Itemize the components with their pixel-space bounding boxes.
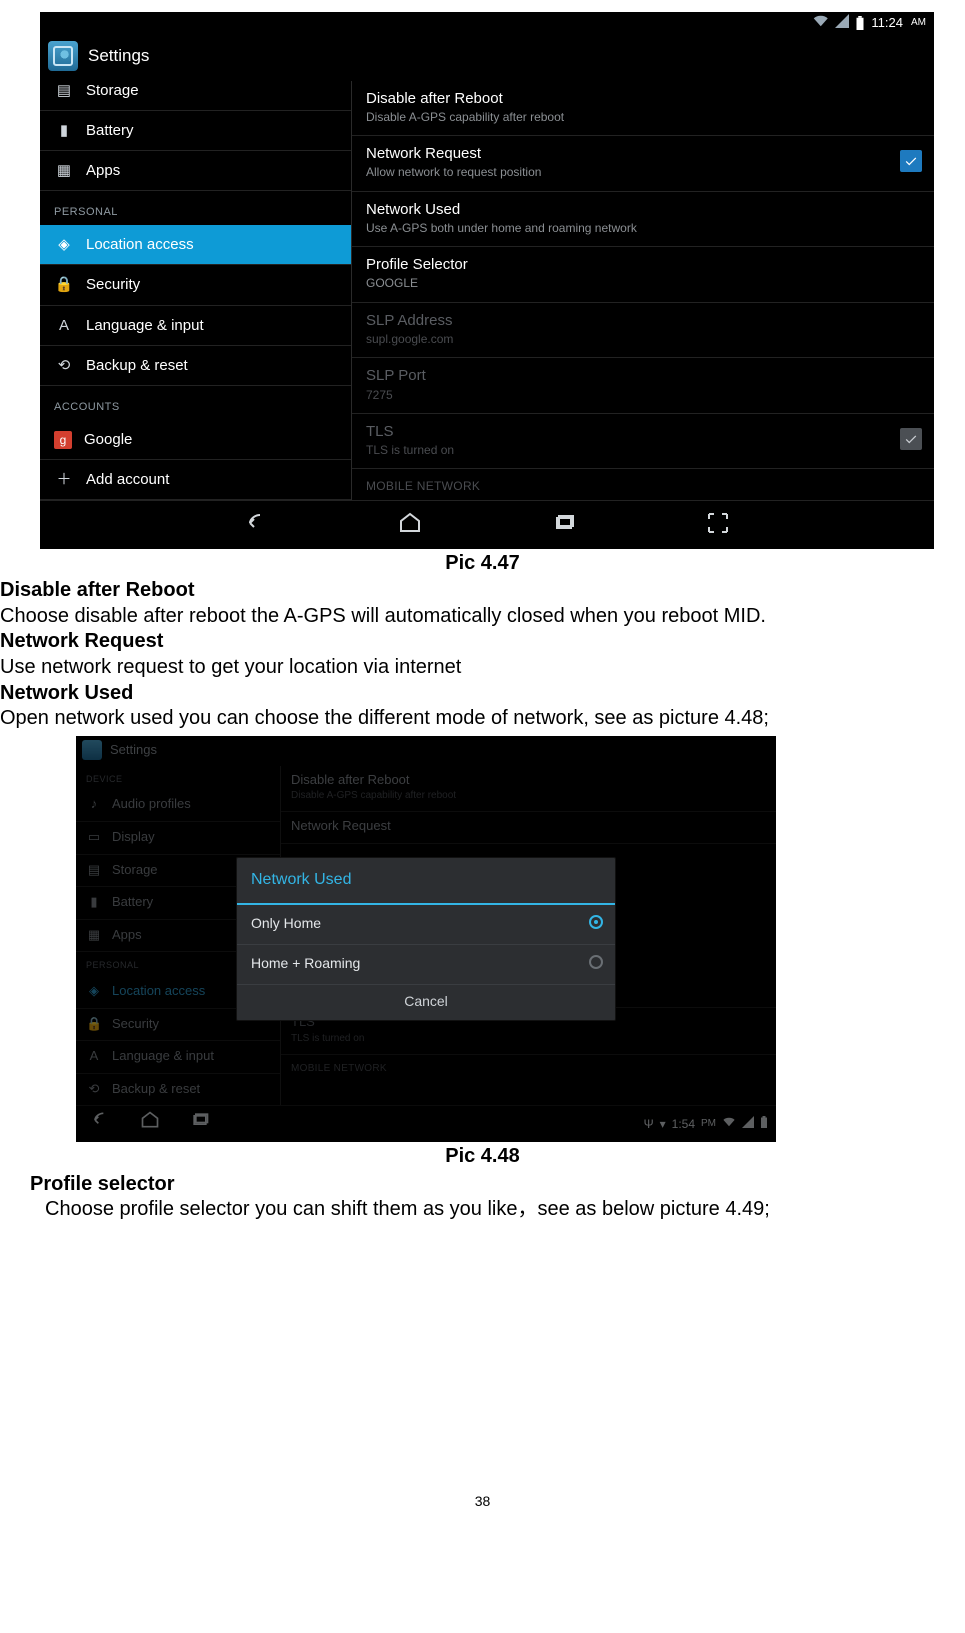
signal-icon bbox=[835, 14, 849, 33]
radio-selected-icon[interactable] bbox=[589, 915, 603, 929]
dialog-overlay: Network Used Only Home Home + Roaming Ca… bbox=[76, 736, 776, 1142]
row-profile-selector[interactable]: Profile Selector GOOGLE bbox=[352, 247, 934, 303]
row-title: TLS bbox=[366, 422, 920, 441]
row-mobile-network-header: MOBILE NETWORK bbox=[352, 469, 934, 498]
nav-recent-icon[interactable] bbox=[552, 511, 576, 540]
language-icon: A bbox=[54, 316, 74, 335]
row-disable-after-reboot[interactable]: Disable after Reboot Disable A-GPS capab… bbox=[352, 81, 934, 137]
backup-icon: ⟲ bbox=[54, 356, 74, 375]
dialog-title: Network Used bbox=[237, 858, 615, 904]
dialog-option-label: Only Home bbox=[251, 915, 321, 931]
battery-icon: ▮ bbox=[54, 121, 74, 140]
section-heading-netused: Network Used bbox=[0, 681, 965, 707]
row-network-request[interactable]: Network Request Allow network to request… bbox=[352, 136, 934, 192]
sidebar-item-backup[interactable]: ⟲ Backup & reset bbox=[40, 346, 351, 386]
sidebar-item-label: Backup & reset bbox=[86, 356, 188, 375]
section-heading-disable: Disable after Reboot bbox=[0, 578, 965, 604]
sidebar-item-label: Google bbox=[84, 430, 132, 449]
section-heading-netreq: Network Request bbox=[0, 629, 965, 655]
sidebar-item-label: Add account bbox=[86, 470, 169, 489]
sidebar-item-label: Battery bbox=[86, 121, 134, 140]
row-subtitle: Disable A-GPS capability after reboot bbox=[366, 110, 920, 125]
row-title: SLP Address bbox=[366, 311, 920, 330]
nav-home-icon[interactable] bbox=[398, 511, 422, 540]
nav-screenshot-icon[interactable] bbox=[706, 511, 730, 540]
wifi-icon bbox=[812, 14, 830, 33]
row-subtitle: GOOGLE bbox=[366, 276, 920, 291]
row-title: SLP Port bbox=[366, 366, 920, 385]
settings-sidebar: ▤ Storage ▮ Battery ▦ Apps PERSONAL ◈ Lo… bbox=[40, 81, 352, 501]
page-number: 38 bbox=[0, 1493, 965, 1511]
caption-2: Pic 4.48 bbox=[0, 1144, 965, 1170]
row-title: Disable after Reboot bbox=[366, 89, 920, 108]
row-subtitle: Allow network to request position bbox=[366, 165, 920, 180]
google-icon: g bbox=[54, 431, 72, 449]
storage-icon: ▤ bbox=[54, 81, 74, 100]
row-slp-address: SLP Address supl.google.com bbox=[352, 303, 934, 359]
lock-icon: 🔒 bbox=[54, 275, 74, 294]
section-para-netused: Open network used you can choose the dif… bbox=[0, 706, 965, 732]
battery-icon bbox=[855, 16, 865, 30]
sidebar-item-google[interactable]: g Google bbox=[40, 420, 351, 460]
sidebar-item-security[interactable]: 🔒 Security bbox=[40, 265, 351, 305]
sidebar-item-label: Storage bbox=[86, 81, 139, 100]
row-tls: TLS TLS is turned on bbox=[352, 414, 934, 470]
sidebar-header-accounts: ACCOUNTS bbox=[40, 386, 351, 420]
row-network-used[interactable]: Network Used Use A-GPS both under home a… bbox=[352, 192, 934, 248]
plus-icon: ＋ bbox=[54, 470, 74, 489]
sidebar-header-personal: PERSONAL bbox=[40, 191, 351, 225]
sidebar-item-language[interactable]: A Language & input bbox=[40, 306, 351, 346]
sidebar-item-location[interactable]: ◈ Location access bbox=[40, 225, 351, 265]
checkbox-checked-disabled-icon bbox=[900, 428, 922, 450]
apps-icon: ▦ bbox=[54, 161, 74, 180]
settings-detail-panel: Disable after Reboot Disable A-GPS capab… bbox=[352, 81, 934, 501]
status-clock: 11:24 bbox=[871, 15, 903, 32]
sidebar-item-label: Language & input bbox=[86, 316, 204, 335]
row-title: Network Request bbox=[366, 144, 920, 163]
screenshot-2: Settings DEVICE ♪Audio profiles ▭Display… bbox=[76, 736, 776, 1142]
section-para-disable: Choose disable after reboot the A-GPS wi… bbox=[0, 604, 965, 630]
row-title: Profile Selector bbox=[366, 255, 920, 274]
caption-1: Pic 4.47 bbox=[0, 551, 965, 577]
nav-back-icon[interactable] bbox=[244, 511, 268, 540]
dialog-option-label: Home + Roaming bbox=[251, 955, 360, 971]
status-ampm: AM bbox=[911, 17, 926, 30]
row-subtitle: MOBILE NETWORK bbox=[366, 479, 920, 494]
row-subtitle: TLS is turned on bbox=[366, 443, 920, 458]
location-icon: ◈ bbox=[54, 235, 74, 254]
dialog-cancel-label: Cancel bbox=[404, 993, 448, 1009]
row-subtitle: supl.google.com bbox=[366, 332, 920, 347]
dialog-cancel-button[interactable]: Cancel bbox=[237, 985, 615, 1020]
row-subtitle: 7275 bbox=[366, 388, 920, 403]
sidebar-item-label: Location access bbox=[86, 235, 194, 254]
network-used-dialog: Network Used Only Home Home + Roaming Ca… bbox=[236, 857, 616, 1020]
row-title: Network Used bbox=[366, 200, 920, 219]
settings-app-icon bbox=[48, 41, 78, 71]
radio-unselected-icon[interactable] bbox=[589, 955, 603, 969]
screenshot-1: 11:24 AM Settings ▤ Storage ▮ Battery ▦ … bbox=[40, 12, 934, 549]
android-nav-bar bbox=[40, 500, 934, 548]
sidebar-item-label: Security bbox=[86, 275, 140, 294]
section-para-profile: Choose profile selector you can shift th… bbox=[45, 1197, 965, 1223]
sidebar-item-add-account[interactable]: ＋ Add account bbox=[40, 460, 351, 500]
sidebar-item-apps[interactable]: ▦ Apps bbox=[40, 151, 351, 191]
section-heading-profile: Profile selector bbox=[30, 1172, 965, 1198]
status-bar: 11:24 AM bbox=[40, 12, 934, 35]
section-para-netreq: Use network request to get your location… bbox=[0, 655, 965, 681]
sidebar-item-label: Apps bbox=[86, 161, 120, 180]
sidebar-item-battery[interactable]: ▮ Battery bbox=[40, 111, 351, 151]
title-bar: Settings bbox=[40, 35, 934, 81]
dialog-option-home-roaming[interactable]: Home + Roaming bbox=[237, 945, 615, 985]
row-slp-port: SLP Port 7275 bbox=[352, 358, 934, 414]
sidebar-item-storage[interactable]: ▤ Storage bbox=[40, 81, 351, 111]
checkbox-checked-icon[interactable] bbox=[900, 150, 922, 172]
row-subtitle: Use A-GPS both under home and roaming ne… bbox=[366, 221, 920, 236]
page-title: Settings bbox=[88, 45, 149, 67]
dialog-option-only-home[interactable]: Only Home bbox=[237, 905, 615, 945]
